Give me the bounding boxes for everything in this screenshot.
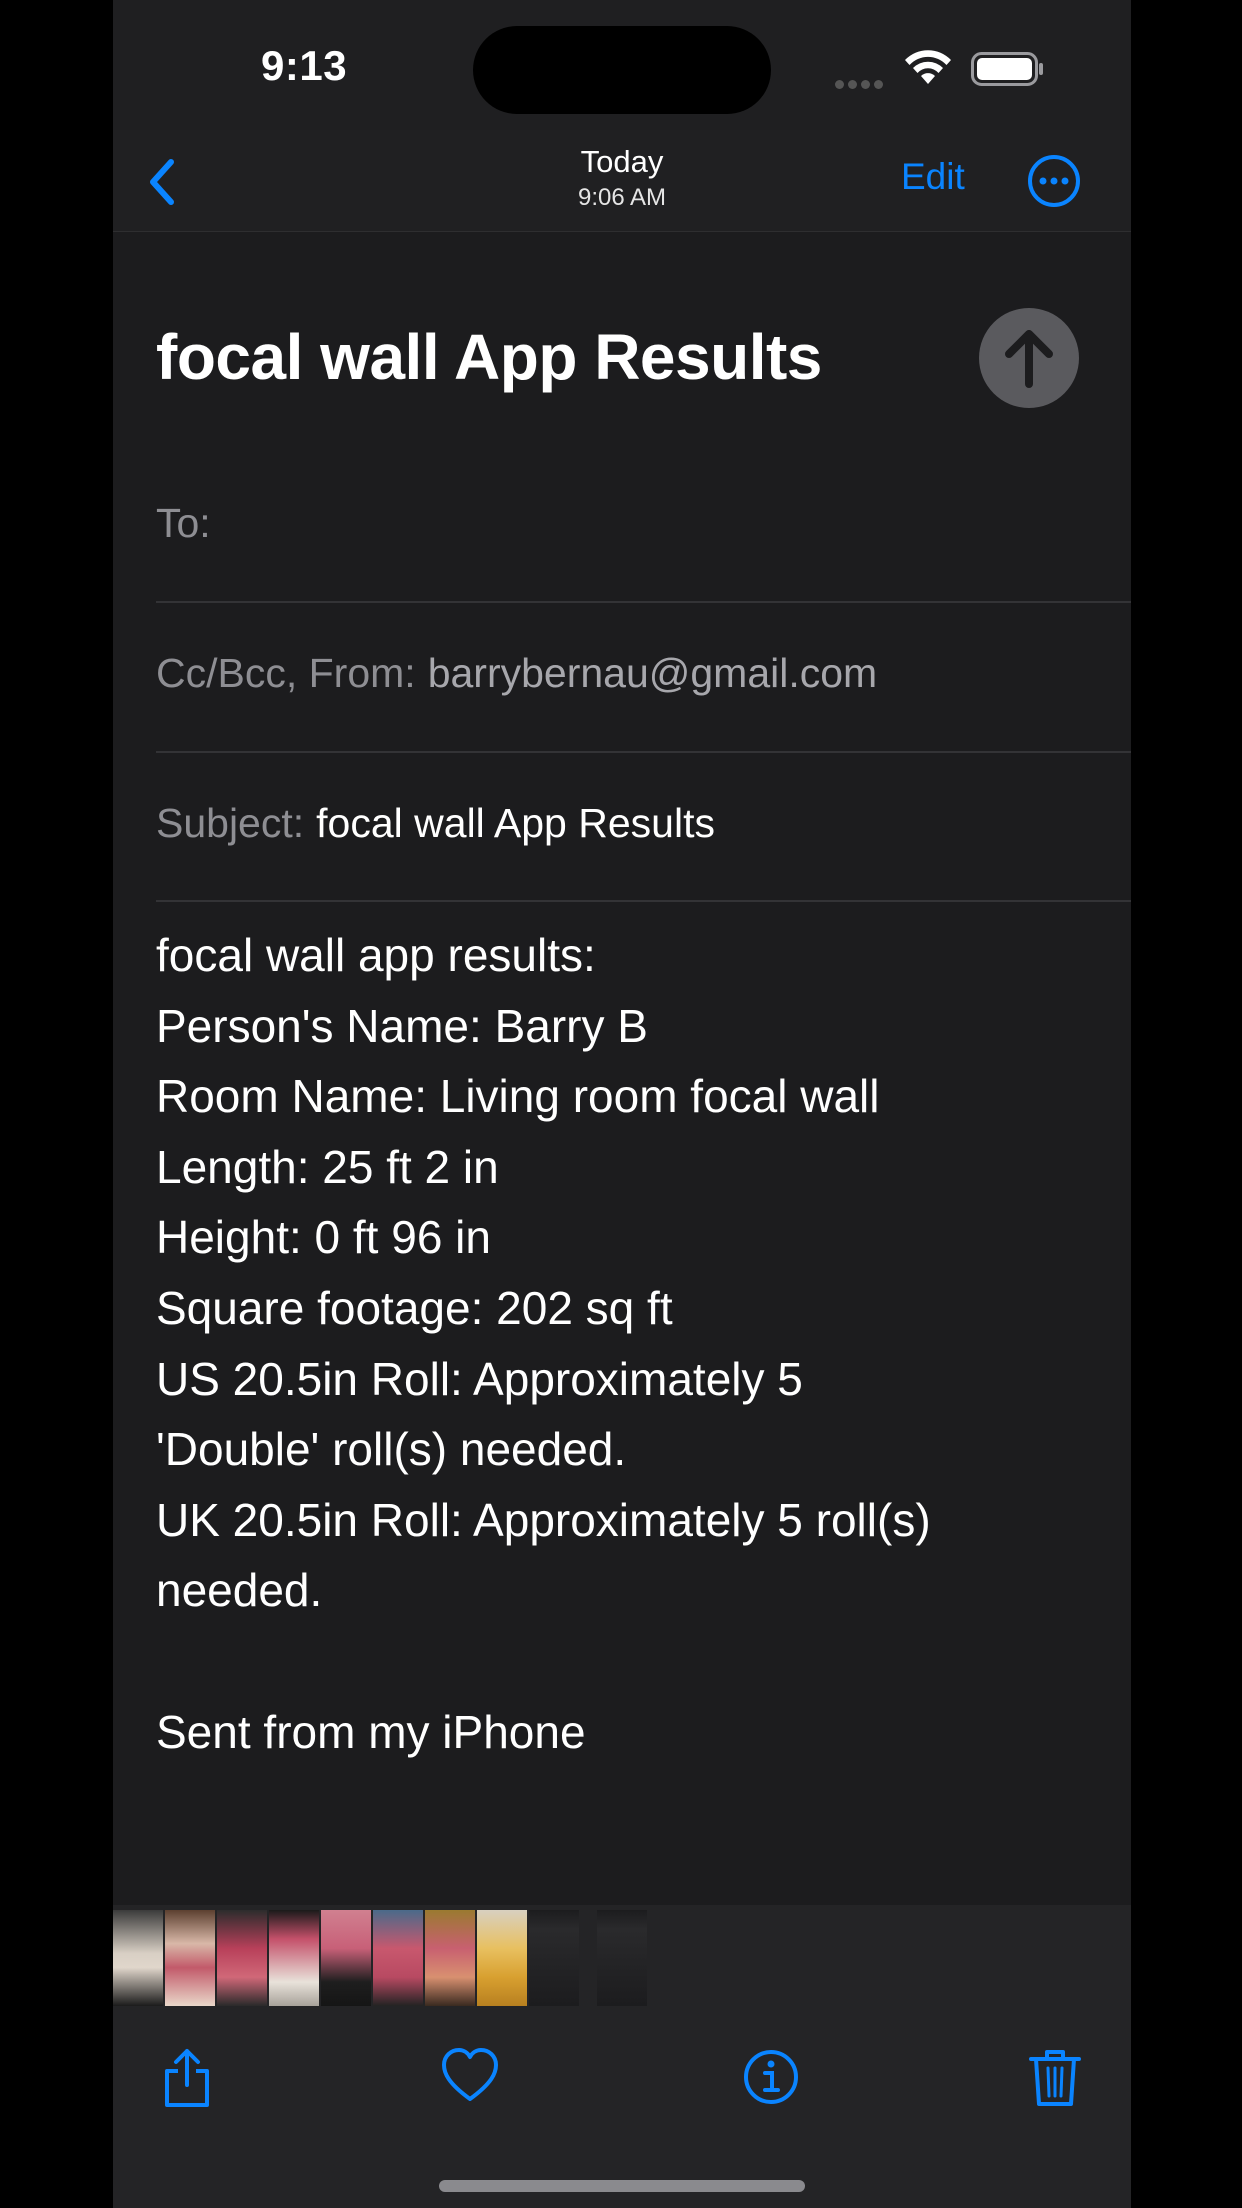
- thumbnail-frame: [597, 1910, 647, 2006]
- nav-title-time: 9:06 AM: [577, 184, 667, 211]
- thumbnail-frame: [165, 1910, 215, 2006]
- edit-button[interactable]: Edit: [901, 156, 965, 198]
- from-email: barrybernau@gmail.com: [427, 650, 878, 696]
- body-line: [156, 1626, 1086, 1697]
- trash-icon[interactable]: [1025, 2045, 1085, 2109]
- thumbnail-frame: [113, 1910, 163, 2006]
- to-label: To:: [156, 500, 211, 546]
- body-line: 'Double' roll(s) needed.: [156, 1423, 627, 1476]
- cc-from-field[interactable]: Cc/Bcc, From: barrybernau@gmail.com: [156, 650, 877, 697]
- body-line: Room Name: Living room focal wall: [156, 1070, 880, 1123]
- navigation-bar: Today 9:06 AM Edit: [113, 130, 1131, 232]
- heart-icon[interactable]: [440, 2045, 500, 2109]
- cc-from-label: Cc/Bcc, From:: [156, 650, 416, 696]
- subject-field[interactable]: Subject: focal wall App Results: [156, 800, 715, 847]
- nav-title: Today 9:06 AM: [472, 144, 772, 212]
- compose-subject-heading: focal wall App Results: [156, 321, 822, 393]
- subject-label: Subject:: [156, 800, 305, 846]
- home-indicator[interactable]: [439, 2180, 805, 2192]
- message-body[interactable]: focal wall app results: Person's Name: B…: [156, 920, 1086, 1767]
- body-line: Length: 25 ft 2 in: [156, 1140, 499, 1193]
- thumbnail-frame: [477, 1910, 527, 2006]
- info-circle-icon[interactable]: [741, 2045, 801, 2109]
- thumbnail-frame: [217, 1910, 267, 2006]
- video-thumbnail-scrubber[interactable]: [113, 1905, 1131, 2011]
- body-line: focal wall app results:: [156, 929, 596, 981]
- body-line: UK 20.5in Roll: Approximately 5 roll(s): [156, 1493, 931, 1546]
- subject-input[interactable]: focal wall App Results: [316, 800, 715, 846]
- thumbnail-frame: [529, 1910, 579, 2006]
- body-line: Person's Name: Barry B: [156, 999, 648, 1052]
- arrow-up-circle-icon: [1005, 330, 1053, 388]
- to-field[interactable]: To:: [156, 500, 211, 547]
- wifi-icon: [905, 50, 951, 84]
- battery-icon: [971, 52, 1043, 86]
- body-line: Square footage: 202 sq ft: [156, 1281, 673, 1334]
- bottom-toolbar: [113, 2011, 1131, 2208]
- ellipsis-circle-icon[interactable]: [1027, 154, 1081, 208]
- divider: [156, 751, 1131, 753]
- cellular-signal-icon: [835, 76, 887, 89]
- signature-line: Sent from my iPhone: [156, 1705, 586, 1758]
- thumbnail-frame: [373, 1910, 423, 2006]
- body-line: US 20.5in Roll: Approximately 5: [156, 1352, 803, 1405]
- status-time: 9:13: [261, 42, 348, 89]
- body-line: needed.: [156, 1564, 323, 1617]
- status-bar: 9:13: [113, 0, 1131, 130]
- mail-compose-screen: 9:13 Today 9:06 AM Edit focal wall App R…: [113, 0, 1131, 2208]
- thumbnail-frame: [269, 1910, 319, 2006]
- divider: [156, 601, 1131, 603]
- divider: [156, 900, 1131, 902]
- dynamic-island: [473, 26, 771, 114]
- chevron-left-icon[interactable]: [139, 154, 189, 210]
- thumbnail-frame: [321, 1910, 371, 2006]
- thumbnail-frame: [425, 1910, 475, 2006]
- share-icon[interactable]: [157, 2045, 217, 2109]
- send-button[interactable]: [979, 308, 1079, 408]
- nav-title-date: Today: [580, 144, 664, 179]
- body-line: Height: 0 ft 96 in: [156, 1211, 491, 1264]
